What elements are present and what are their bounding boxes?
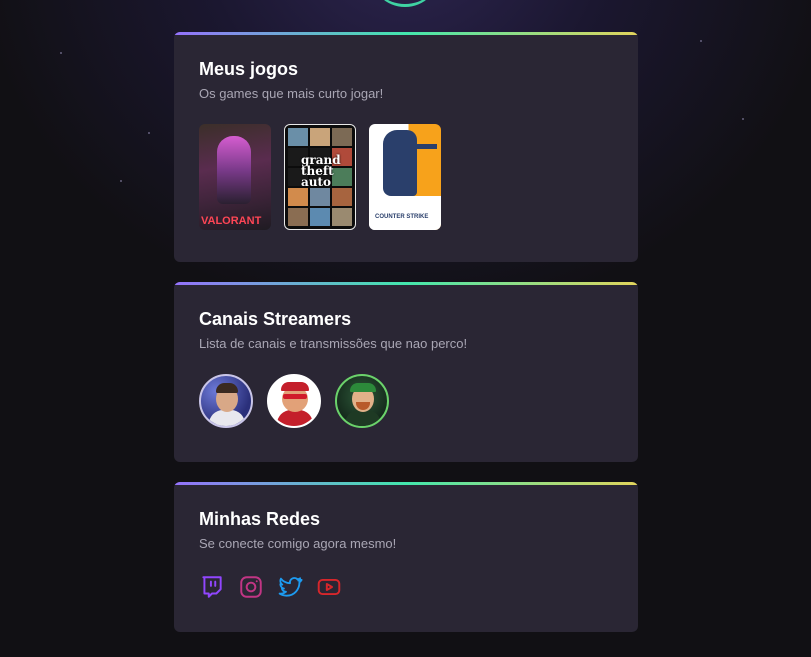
profile-avatar-edge <box>370 0 440 7</box>
twitter-icon[interactable] <box>277 574 303 600</box>
streamer-avatar-1[interactable] <box>199 374 253 428</box>
valorant-logo: VALORANT <box>201 215 262 227</box>
games-list: VALORANT grand theft auto COUNTER STRIKE <box>199 124 441 230</box>
twitch-icon[interactable] <box>199 574 225 600</box>
games-card-title: Meus jogos <box>199 59 299 79</box>
game-counter-strike[interactable]: COUNTER STRIKE <box>369 124 441 230</box>
streamer-avatar-2[interactable] <box>267 374 321 428</box>
social-links <box>199 574 342 600</box>
counter-strike-logo: COUNTER STRIKE <box>375 214 429 220</box>
streamers-card-title: Canais Streamers <box>199 309 352 329</box>
streamer-avatar-3[interactable] <box>335 374 389 428</box>
game-valorant[interactable]: VALORANT <box>199 124 271 230</box>
cs-soldier-art <box>383 130 417 196</box>
instagram-icon[interactable] <box>238 574 264 600</box>
valorant-cover-art <box>217 136 251 204</box>
game-gta-v[interactable]: grand theft auto <box>284 124 356 230</box>
social-card-title: Minhas Redes <box>199 509 321 529</box>
social-card-subtitle: Se conecte comigo agora mesmo! <box>199 536 397 551</box>
youtube-icon[interactable] <box>316 574 342 600</box>
gta-logo: grand theft auto <box>301 153 341 189</box>
games-card-subtitle: Os games que mais curto jogar! <box>199 86 384 101</box>
games-card: Meus jogos Os games que mais curto jogar… <box>174 32 638 262</box>
social-card: Minhas Redes Se conecte comigo agora mes… <box>174 482 638 632</box>
streamers-card: Canais Streamers Lista de canais e trans… <box>174 282 638 462</box>
streamers-card-subtitle: Lista de canais e transmissões que nao p… <box>199 336 468 351</box>
streamers-list <box>199 374 389 428</box>
